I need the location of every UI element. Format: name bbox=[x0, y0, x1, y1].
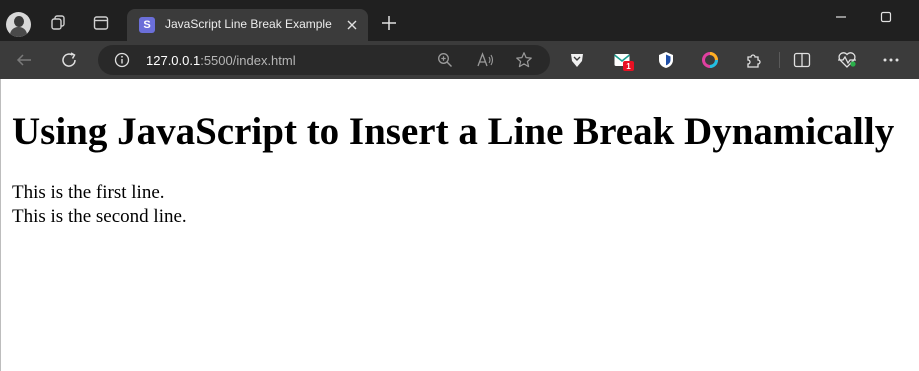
info-icon[interactable] bbox=[114, 52, 130, 68]
health-icon[interactable] bbox=[837, 50, 857, 70]
tab-actions-icon[interactable] bbox=[91, 13, 111, 33]
zoom-icon[interactable] bbox=[436, 51, 454, 69]
minimize-icon[interactable] bbox=[834, 9, 848, 23]
more-icon[interactable] bbox=[881, 50, 901, 70]
mail-badge: 1 bbox=[623, 61, 634, 71]
text-line-1: This is the first line. bbox=[12, 182, 165, 203]
toolbar-divider bbox=[779, 52, 780, 68]
page-text: This is the first line. This is the seco… bbox=[12, 181, 187, 229]
url-host: 127.0.0.1 bbox=[146, 53, 201, 68]
profile-avatar[interactable] bbox=[6, 12, 31, 37]
color-ring-icon[interactable] bbox=[700, 50, 720, 70]
read-aloud-icon[interactable] bbox=[477, 51, 495, 69]
active-tab[interactable]: S JavaScript Line Break Example bbox=[127, 9, 368, 41]
tab-strip: S JavaScript Line Break Example bbox=[0, 0, 919, 41]
star-icon[interactable] bbox=[515, 51, 533, 69]
url-path: :5500/index.html bbox=[200, 53, 296, 68]
back-arrow-icon[interactable] bbox=[14, 50, 34, 70]
text-line-2: This is the second line. bbox=[12, 206, 187, 227]
puzzle-icon[interactable] bbox=[744, 50, 764, 70]
address-bar[interactable]: 127.0.0.1:5500/index.html bbox=[98, 45, 550, 75]
close-icon[interactable] bbox=[345, 18, 359, 32]
workspaces-icon[interactable] bbox=[49, 13, 69, 33]
maximize-icon[interactable] bbox=[879, 9, 893, 23]
page-viewport: Using JavaScript to Insert a Line Break … bbox=[0, 79, 919, 371]
tab-title: JavaScript Line Break Example bbox=[165, 17, 332, 31]
page-heading: Using JavaScript to Insert a Line Break … bbox=[12, 110, 895, 153]
tab-favicon: S bbox=[139, 17, 155, 33]
mail-icon[interactable]: 1 bbox=[612, 50, 634, 71]
browser-toolbar: 127.0.0.1:5500/index.html 1 bbox=[0, 41, 919, 79]
refresh-icon[interactable] bbox=[59, 50, 79, 70]
split-screen-icon[interactable] bbox=[792, 50, 812, 70]
brave-icon[interactable] bbox=[567, 50, 587, 70]
shield-icon[interactable] bbox=[656, 50, 676, 70]
plus-icon[interactable] bbox=[379, 13, 399, 33]
url-text[interactable]: 127.0.0.1:5500/index.html bbox=[146, 53, 296, 68]
